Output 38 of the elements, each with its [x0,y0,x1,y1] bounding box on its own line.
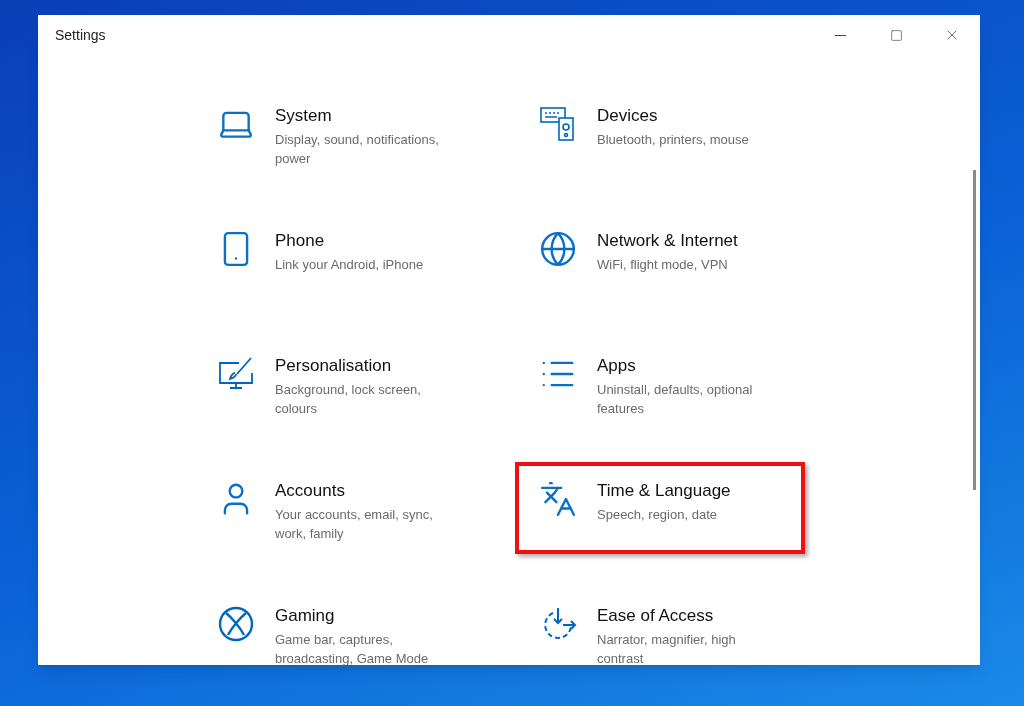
settings-category[interactable]: Ease of Access Narrator, magnifier, high contrast [515,587,805,665]
category-description: WiFi, flight mode, VPN [597,256,729,274]
settings-category[interactable]: Network & Internet WiFi, flight mode, VPN [515,212,805,304]
settings-category[interactable]: Accounts Your accounts, email, sync, work, family [193,462,483,554]
globe-icon [539,230,577,268]
xbox-circle-icon [217,605,255,643]
category-description: Display, sound, notifications, power [275,131,440,168]
category-title: Ease of Access [597,605,715,627]
category-description: Uninstall, defaults, optional features [597,381,754,418]
category-title: Devices [597,105,659,127]
category-description: Narrator, magnifier, high contrast [597,631,737,665]
settings-category[interactable]: Apps Uninstall, defaults, optional features [515,337,805,429]
settings-category[interactable]: Phone Link your Android, iPhone [193,212,483,304]
category-description: Your accounts, email, sync, work, family [275,506,434,543]
category-title: Network & Internet [597,230,738,252]
settings-category[interactable]: Devices Bluetooth, printers, mouse [515,87,805,179]
category-title: Gaming [275,605,336,627]
keyboard-speaker-icon [539,105,577,143]
category-title: Personalisation [275,355,393,377]
scrollbar-thumb[interactable] [973,170,976,490]
category-title: Time & Language [597,480,731,502]
minimize-icon [834,34,846,36]
settings-category[interactable]: Personalisation Background, lock screen, colours [193,337,483,429]
settings-category[interactable]: Time & Language Speech, region, date [515,462,805,554]
category-title: Phone [275,230,326,252]
category-description: Background, lock screen, colours [275,381,422,418]
category-description: Bluetooth, printers, mouse [597,131,749,149]
maximize-icon [889,28,903,42]
category-description: Speech, region, date [597,506,718,524]
category-description: Link your Android, iPhone [275,256,424,274]
settings-category[interactable]: Gaming Game bar, captures, broadcasting, Game Mode [193,587,483,665]
language-icon [539,480,577,518]
category-description: Game bar, captures, broadcasting, Game Mode [275,631,430,665]
window-title: Settings [55,25,107,45]
category-title: System [275,105,333,127]
category-title: Apps [597,355,637,377]
settings-category[interactable]: System Display, sound, notifications, power [193,87,483,179]
category-title: Accounts [275,480,346,502]
